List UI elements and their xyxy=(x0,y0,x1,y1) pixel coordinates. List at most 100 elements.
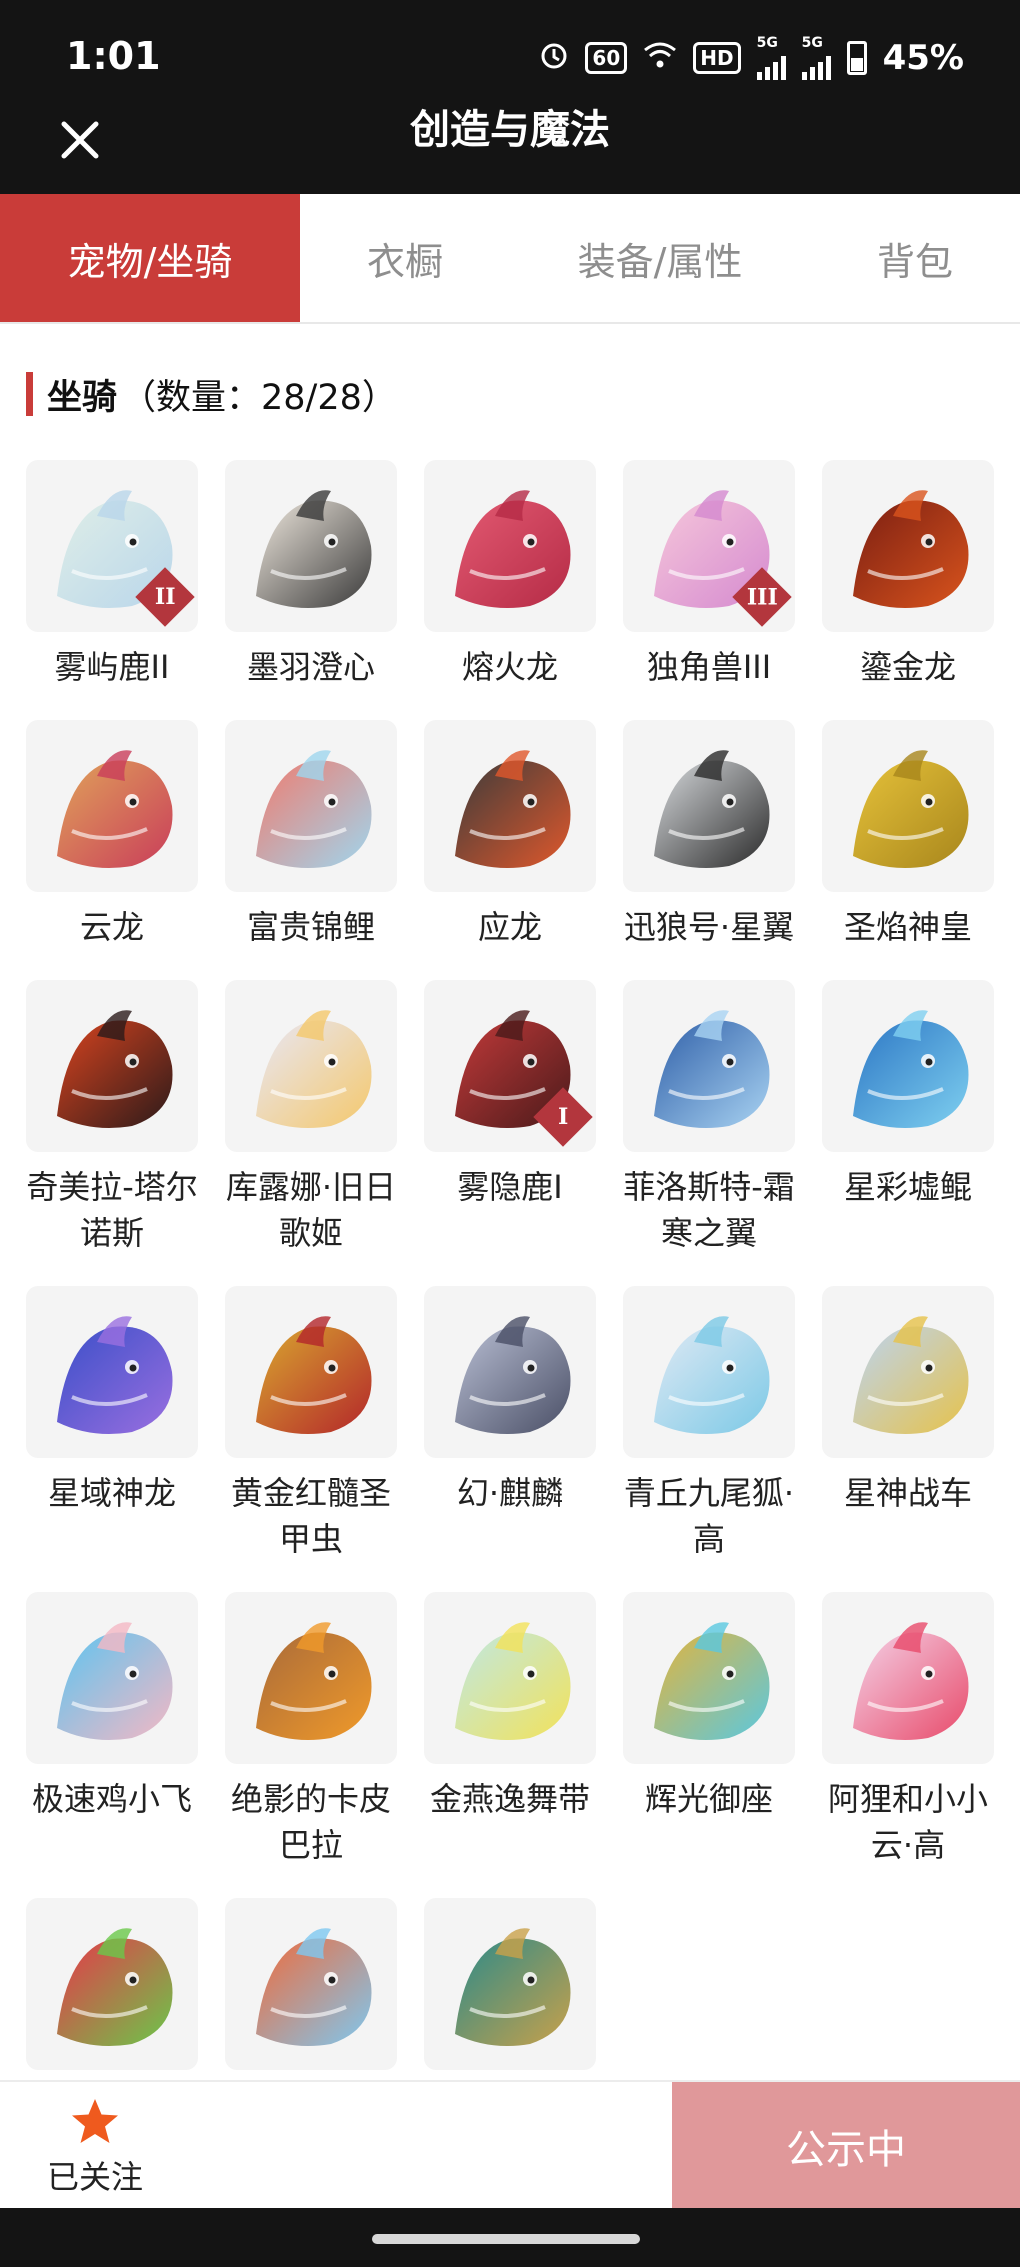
dragon-icon xyxy=(435,731,585,881)
mount-name: 青丘九尾狐·高 xyxy=(623,1474,795,1558)
mount-item[interactable]: 圣焰神皇 xyxy=(822,720,994,950)
status-bar: 1:01 60 HD 5G 5G 45% xyxy=(0,0,1020,110)
refresh-rate-icon: 60 xyxy=(585,42,628,74)
mount-thumbnail[interactable] xyxy=(26,720,198,892)
mount-thumbnail[interactable] xyxy=(225,1286,397,1458)
mount-thumbnail[interactable]: III xyxy=(623,460,795,632)
qilin-icon xyxy=(435,1297,585,1447)
mount-item[interactable]: 富贵锦鲤 xyxy=(225,720,397,950)
follow-button[interactable]: 已关注 xyxy=(30,2092,160,2202)
feather-sword-icon xyxy=(236,471,386,621)
mount-name: 阿狸和小小云·高 xyxy=(827,1780,988,1864)
mount-item[interactable]: 辉光御座 xyxy=(623,1592,795,1868)
mount-thumbnail[interactable] xyxy=(822,980,994,1152)
mount-item[interactable]: 绝影的卡皮巴拉 xyxy=(225,1592,397,1868)
mount-thumbnail[interactable] xyxy=(26,1898,198,2070)
mount-thumbnail[interactable] xyxy=(822,720,994,892)
mount-item[interactable]: 极速鸡小飞 xyxy=(26,1592,198,1868)
mount-name: 云龙 xyxy=(79,908,144,946)
mount-thumbnail[interactable] xyxy=(623,980,795,1152)
alarm-icon xyxy=(539,40,569,77)
mount-item[interactable]: 提桶跑路 xyxy=(26,1898,198,2080)
mount-name: 鎏金龙 xyxy=(859,648,956,686)
tab-pets-mounts[interactable]: 宠物/坐骑 xyxy=(0,194,300,322)
mount-item[interactable]: II 雾屿鹿II xyxy=(26,460,198,690)
ribbon-icon xyxy=(435,1603,585,1753)
mount-item[interactable]: 云龙 xyxy=(26,720,198,950)
mount-item[interactable]: 镇墓驹 xyxy=(424,1898,596,2080)
mount-thumbnail[interactable] xyxy=(26,1286,198,1458)
mount-item[interactable]: 阿狸和小小云·高 xyxy=(822,1592,994,1868)
mount-thumbnail[interactable] xyxy=(225,1898,397,2070)
mount-grid-viewport[interactable]: II 雾屿鹿II 墨羽澄心 熔火龙 III 独角兽III 鎏金龙云龙 富贵锦鲤 应龙 迅狼号·星翼… xyxy=(0,446,1020,2080)
mount-thumbnail[interactable] xyxy=(424,720,596,892)
chariot-icon xyxy=(833,1297,983,1447)
mount-name: 幻·麒麟 xyxy=(456,1474,564,1512)
mount-item[interactable]: 菲洛斯特-霜寒之翼 xyxy=(623,980,795,1256)
songstress-icon xyxy=(236,991,386,1141)
mount-thumbnail[interactable] xyxy=(225,720,397,892)
mount-item[interactable]: 奇美拉-塔尔诺斯 xyxy=(26,980,198,1256)
wolf-mech-icon xyxy=(634,731,784,881)
mount-thumbnail[interactable]: II xyxy=(26,460,198,632)
mount-thumbnail[interactable]: I xyxy=(424,980,596,1152)
koi-icon xyxy=(236,731,386,881)
mount-item[interactable]: III 独角兽III xyxy=(623,460,795,690)
mount-thumbnail[interactable] xyxy=(822,1592,994,1764)
mount-thumbnail[interactable] xyxy=(424,1286,596,1458)
tab-backpack[interactable]: 背包 xyxy=(810,194,1020,322)
tier-label: III xyxy=(746,584,778,610)
wifi-icon xyxy=(643,40,677,77)
mount-thumbnail[interactable] xyxy=(623,1286,795,1458)
battery-icon xyxy=(846,41,867,75)
mount-thumbnail[interactable] xyxy=(225,1592,397,1764)
mount-thumbnail[interactable] xyxy=(623,720,795,892)
mount-item[interactable]: 星彩墟鲲 xyxy=(822,980,994,1256)
mount-item[interactable]: 苍龙宝宝 xyxy=(225,1898,397,2080)
mount-thumbnail[interactable] xyxy=(225,460,397,632)
mount-item[interactable]: 幻·麒麟 xyxy=(424,1286,596,1562)
mount-item[interactable]: 星域神龙 xyxy=(26,1286,198,1562)
mount-item[interactable]: 应龙 xyxy=(424,720,596,950)
mount-name: 极速鸡小飞 xyxy=(31,1780,192,1818)
mount-item[interactable]: 金燕逸舞带 xyxy=(424,1592,596,1868)
mount-name: 雾隐鹿I xyxy=(457,1168,563,1206)
baby-dragon-icon xyxy=(236,1909,386,2059)
status-time: 1:01 xyxy=(66,34,161,78)
mount-thumbnail[interactable] xyxy=(424,460,596,632)
capybara-icon xyxy=(236,1603,386,1753)
mount-name: 迅狼号·星翼 xyxy=(623,908,795,946)
mount-thumbnail[interactable] xyxy=(623,1592,795,1764)
star-icon xyxy=(72,2099,118,2143)
publicity-button[interactable]: 公示中 xyxy=(672,2082,1020,2210)
home-indicator[interactable] xyxy=(372,2234,640,2244)
mount-item[interactable]: 墨羽澄心 xyxy=(225,460,397,690)
tab-wardrobe[interactable]: 衣橱 xyxy=(300,194,510,322)
mount-item[interactable]: 星神战车 xyxy=(822,1286,994,1562)
tomb-horse-icon xyxy=(435,1909,585,2059)
battery-level: 45% xyxy=(882,38,964,78)
mount-name: 星神战车 xyxy=(843,1474,972,1512)
section-count: （数量：28/28） xyxy=(121,377,397,418)
fox-icon xyxy=(634,1297,784,1447)
throne-icon xyxy=(634,1603,784,1753)
mount-name: 圣焰神皇 xyxy=(843,908,972,946)
hd-icon: HD xyxy=(693,42,741,74)
mount-item[interactable]: 青丘九尾狐·高 xyxy=(623,1286,795,1562)
tab-equipment-attributes[interactable]: 装备/属性 xyxy=(510,194,810,322)
mount-thumbnail[interactable] xyxy=(822,1286,994,1458)
tier-label: I xyxy=(557,1103,569,1130)
mount-item[interactable]: I 雾隐鹿I xyxy=(424,980,596,1256)
mount-thumbnail[interactable] xyxy=(424,1898,596,2070)
mount-thumbnail[interactable] xyxy=(424,1592,596,1764)
mount-thumbnail[interactable] xyxy=(26,1592,198,1764)
mount-name: 绝影的卡皮巴拉 xyxy=(230,1780,391,1864)
mount-thumbnail[interactable] xyxy=(822,460,994,632)
mount-item[interactable]: 库露娜·旧日歌姬 xyxy=(225,980,397,1256)
mount-item[interactable]: 熔火龙 xyxy=(424,460,596,690)
mount-thumbnail[interactable] xyxy=(26,980,198,1152)
mount-item[interactable]: 鎏金龙 xyxy=(822,460,994,690)
mount-item[interactable]: 黄金红髓圣甲虫 xyxy=(225,1286,397,1562)
mount-item[interactable]: 迅狼号·星翼 xyxy=(623,720,795,950)
mount-thumbnail[interactable] xyxy=(225,980,397,1152)
